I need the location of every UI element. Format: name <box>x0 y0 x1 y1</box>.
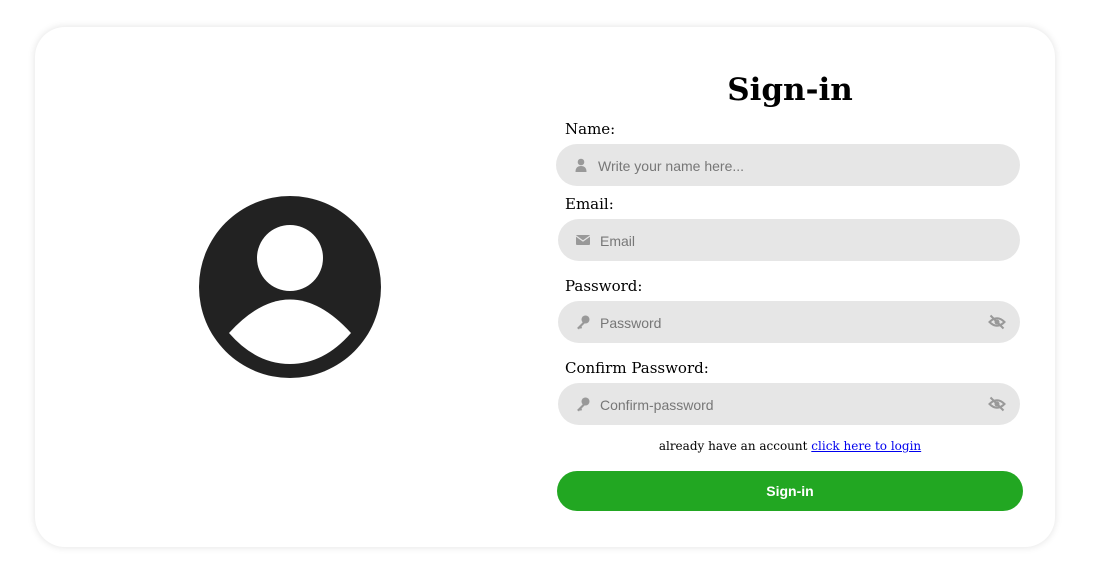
user-icon <box>575 158 587 172</box>
password-input[interactable] <box>598 301 982 345</box>
password-label: Password: <box>565 277 643 295</box>
eye-slash-icon[interactable] <box>988 395 1006 413</box>
page-title: Sign-in <box>727 72 853 108</box>
email-field[interactable] <box>558 219 1020 263</box>
login-prompt: already have an account click here to lo… <box>557 439 1023 453</box>
confirm-password-field[interactable] <box>558 383 1020 427</box>
email-input[interactable] <box>598 219 982 263</box>
confirm-password-input[interactable] <box>598 383 982 427</box>
envelope-icon <box>575 235 591 245</box>
name-input[interactable] <box>596 144 980 188</box>
key-icon <box>577 315 590 330</box>
signin-button[interactable]: Sign-in <box>557 471 1023 511</box>
password-field[interactable] <box>558 301 1020 345</box>
account-text: already have an account <box>658 439 808 453</box>
key-icon <box>577 397 590 412</box>
eye-slash-icon[interactable] <box>988 313 1006 331</box>
login-link[interactable]: click here to login <box>811 439 921 453</box>
confirm-password-label: Confirm Password: <box>565 359 709 377</box>
user-circle-icon <box>199 196 381 378</box>
name-field[interactable] <box>556 144 1020 188</box>
name-label: Name: <box>565 120 616 138</box>
email-label: Email: <box>565 195 614 213</box>
